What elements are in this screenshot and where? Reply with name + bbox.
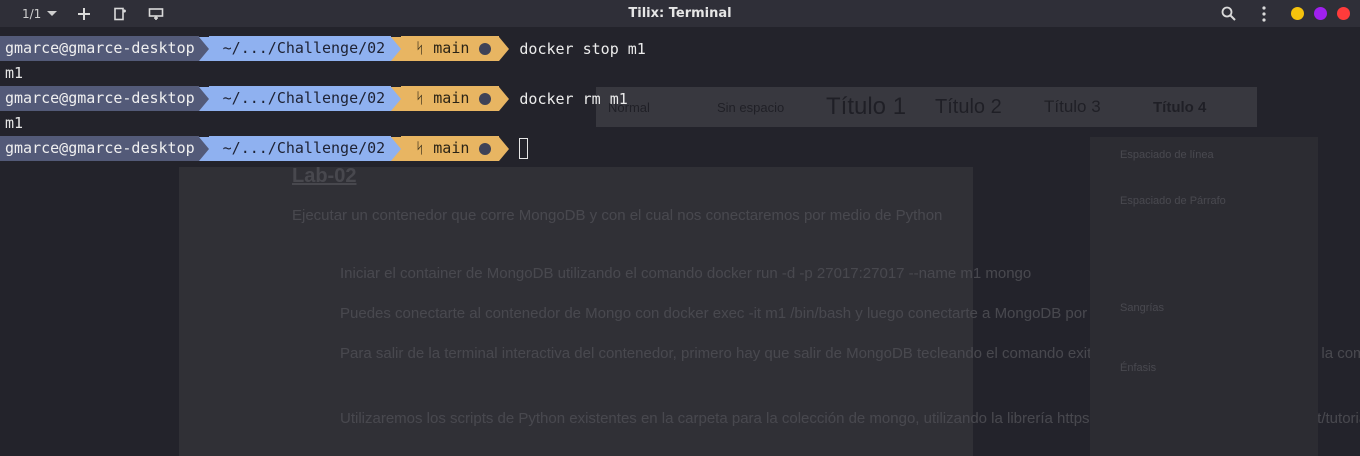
prompt-separator — [391, 86, 402, 111]
prompt-separator — [391, 136, 402, 161]
split-right-button[interactable] — [109, 3, 131, 25]
prompt-user-host: gmarce@gmarce-desktop — [0, 86, 199, 111]
close-button[interactable] — [1337, 7, 1350, 20]
prompt-branch: main — [433, 39, 470, 57]
prompt-separator — [198, 36, 209, 61]
branch-icon: ᛋ — [415, 39, 425, 57]
window-title: Tilix: Terminal — [628, 6, 732, 21]
prompt-separator — [499, 36, 510, 61]
text-cursor[interactable] — [519, 138, 529, 159]
prompt-path: ~/.../Challenge/02 — [208, 86, 392, 111]
prompt-separator — [499, 136, 510, 161]
prompt-branch: main — [433, 139, 470, 157]
menu-button[interactable] — [1253, 3, 1275, 25]
maximize-button[interactable] — [1314, 7, 1327, 20]
prompt-separator — [391, 36, 402, 61]
search-icon — [1221, 6, 1236, 21]
add-terminal-button[interactable] — [73, 3, 95, 25]
chevron-down-icon[interactable] — [47, 11, 58, 16]
prompt-git: ᛋ main — [401, 86, 500, 111]
command-text: docker stop m1 — [519, 39, 646, 58]
doc-item: Iniciar el container de MongoDB utilizan… — [340, 265, 1032, 282]
terminal-pane[interactable]: gmarce@gmarce-desktop ~/.../Challenge/02… — [0, 36, 1360, 161]
prompt-path: ~/.../Challenge/02 — [208, 136, 392, 161]
command-text: docker rm m1 — [519, 89, 628, 108]
split-down-icon — [149, 7, 164, 20]
session-counter[interactable]: 1/1 — [22, 7, 41, 21]
title-bar: 1/1 Tilix: Terminal — [0, 0, 1360, 27]
command-output: m1 — [5, 64, 24, 82]
prompt-git: ᛋ main — [401, 36, 500, 61]
prompt-git: ᛋ main — [401, 136, 500, 161]
git-status-dot-icon — [479, 92, 492, 105]
properties-sidebar: Espaciado de línea Espaciado de Párrafo … — [1090, 137, 1318, 456]
prompt-line: gmarce@gmarce-desktop ~/.../Challenge/02… — [0, 36, 1360, 61]
prompt-separator — [499, 86, 510, 111]
git-status-dot-icon — [479, 42, 492, 55]
command-output: m1 — [5, 114, 24, 132]
git-status-dot-icon — [479, 142, 492, 155]
doc-paragraph: Ejecutar un contenedor que corre MongoDB… — [292, 207, 943, 224]
search-button[interactable] — [1217, 3, 1239, 25]
kebab-menu-icon — [1262, 5, 1266, 22]
split-icon — [114, 7, 127, 20]
branch-icon: ᛋ — [415, 89, 425, 107]
prompt-separator — [198, 136, 209, 161]
prompt-user-host: gmarce@gmarce-desktop — [0, 36, 199, 61]
prompt-line: gmarce@gmarce-desktop ~/.../Challenge/02… — [0, 86, 1360, 111]
split-down-button[interactable] — [145, 3, 167, 25]
minimize-button[interactable] — [1291, 7, 1304, 20]
plus-icon — [78, 7, 91, 20]
doc-heading: Lab-02 — [292, 165, 357, 187]
prompt-branch: main — [433, 89, 470, 107]
prompt-path: ~/.../Challenge/02 — [208, 36, 392, 61]
prompt-line: gmarce@gmarce-desktop ~/.../Challenge/02… — [0, 136, 1360, 161]
prompt-user-host: gmarce@gmarce-desktop — [0, 136, 199, 161]
branch-icon: ᛋ — [415, 139, 425, 157]
prompt-separator — [198, 86, 209, 111]
